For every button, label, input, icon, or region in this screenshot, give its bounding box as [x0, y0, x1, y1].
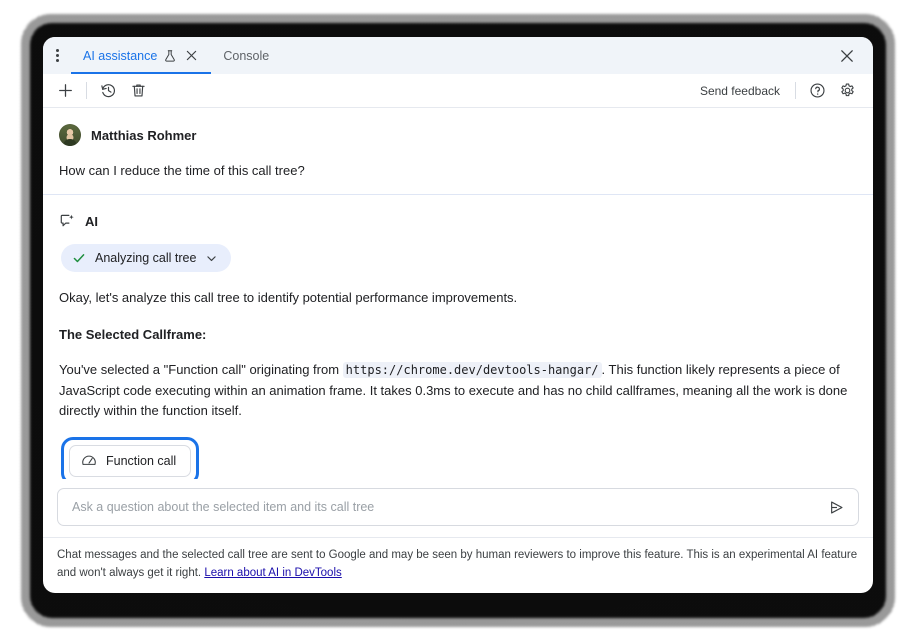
- ai-paragraph-2-pre: You've selected a "Function call" origin…: [59, 362, 343, 377]
- ai-heading: The Selected Callframe:: [59, 325, 857, 345]
- disclaimer-line-1: Chat messages and the selected call tree…: [57, 549, 683, 561]
- performance-gauge-icon: [81, 453, 97, 469]
- ai-paragraph-1: Okay, let's analyze this call tree to id…: [59, 288, 857, 308]
- experiment-flask-icon: [163, 49, 177, 63]
- history-icon: [100, 82, 117, 99]
- toolbar-separator: [86, 82, 87, 99]
- tab-ai-assistance-label: AI assistance: [83, 49, 157, 63]
- delete-chat-button[interactable]: [124, 78, 152, 104]
- help-circle-icon: [809, 82, 826, 99]
- user-name: Matthias Rohmer: [91, 128, 196, 143]
- user-header: Matthias Rohmer: [59, 124, 857, 146]
- chat-input[interactable]: [70, 499, 822, 515]
- settings-button[interactable]: [833, 78, 861, 104]
- chevron-down-icon[interactable]: [205, 252, 218, 265]
- chat-toolbar: Send feedback: [43, 74, 873, 108]
- tab-close-button[interactable]: [183, 48, 199, 64]
- learn-about-ai-link[interactable]: Learn about AI in DevTools: [204, 567, 341, 579]
- chat-history-button[interactable]: [94, 78, 122, 104]
- analysis-step-chip[interactable]: Analyzing call tree: [61, 244, 231, 272]
- user-message-block: Matthias Rohmer How can I reduce the tim…: [43, 108, 873, 195]
- ai-message-block: AI Analyzing call tree Okay: [43, 195, 873, 479]
- context-chip-function-call[interactable]: Function call: [69, 445, 191, 477]
- help-button[interactable]: [803, 78, 831, 104]
- devtools-ai-assistance-panel: AI assistance Console: [43, 37, 873, 593]
- ai-sparkle-icon: [59, 213, 76, 230]
- conversation-area: Matthias Rohmer How can I reduce the tim…: [43, 108, 873, 479]
- more-vertical-icon: [56, 49, 59, 62]
- more-tabs-button[interactable]: [43, 37, 71, 74]
- context-chip-focus-ring: Function call: [61, 437, 199, 479]
- close-icon: [840, 49, 854, 63]
- gear-icon: [839, 82, 856, 99]
- new-chat-button[interactable]: [51, 78, 79, 104]
- panel-close-button[interactable]: [831, 37, 863, 74]
- send-button[interactable]: [822, 494, 850, 520]
- context-chip-label: Function call: [106, 454, 176, 468]
- ai-paragraph-2: You've selected a "Function call" origin…: [59, 360, 857, 420]
- plus-icon: [57, 82, 74, 99]
- analysis-step-label: Analyzing call tree: [95, 251, 196, 265]
- user-message-text: How can I reduce the time of this call t…: [59, 162, 857, 180]
- check-icon: [72, 251, 86, 265]
- toolbar-separator-2: [795, 82, 796, 99]
- avatar: [59, 124, 81, 146]
- disclaimer-text: Chat messages and the selected call tree…: [43, 537, 873, 593]
- ai-label: AI: [85, 214, 98, 229]
- tab-strip: AI assistance Console: [43, 37, 873, 74]
- chat-input-row: [57, 488, 859, 526]
- inline-code-url: https://chrome.dev/devtools-hangar/: [343, 362, 602, 378]
- tab-console-label: Console: [223, 49, 269, 63]
- tab-console[interactable]: Console: [211, 37, 281, 74]
- ai-header: AI: [59, 213, 857, 230]
- tab-ai-assistance[interactable]: AI assistance: [71, 37, 211, 74]
- send-feedback-button[interactable]: Send feedback: [692, 84, 788, 98]
- screenshot-stage: AI assistance Console: [0, 0, 916, 640]
- trash-icon: [130, 82, 147, 99]
- send-arrow-icon: [828, 499, 845, 516]
